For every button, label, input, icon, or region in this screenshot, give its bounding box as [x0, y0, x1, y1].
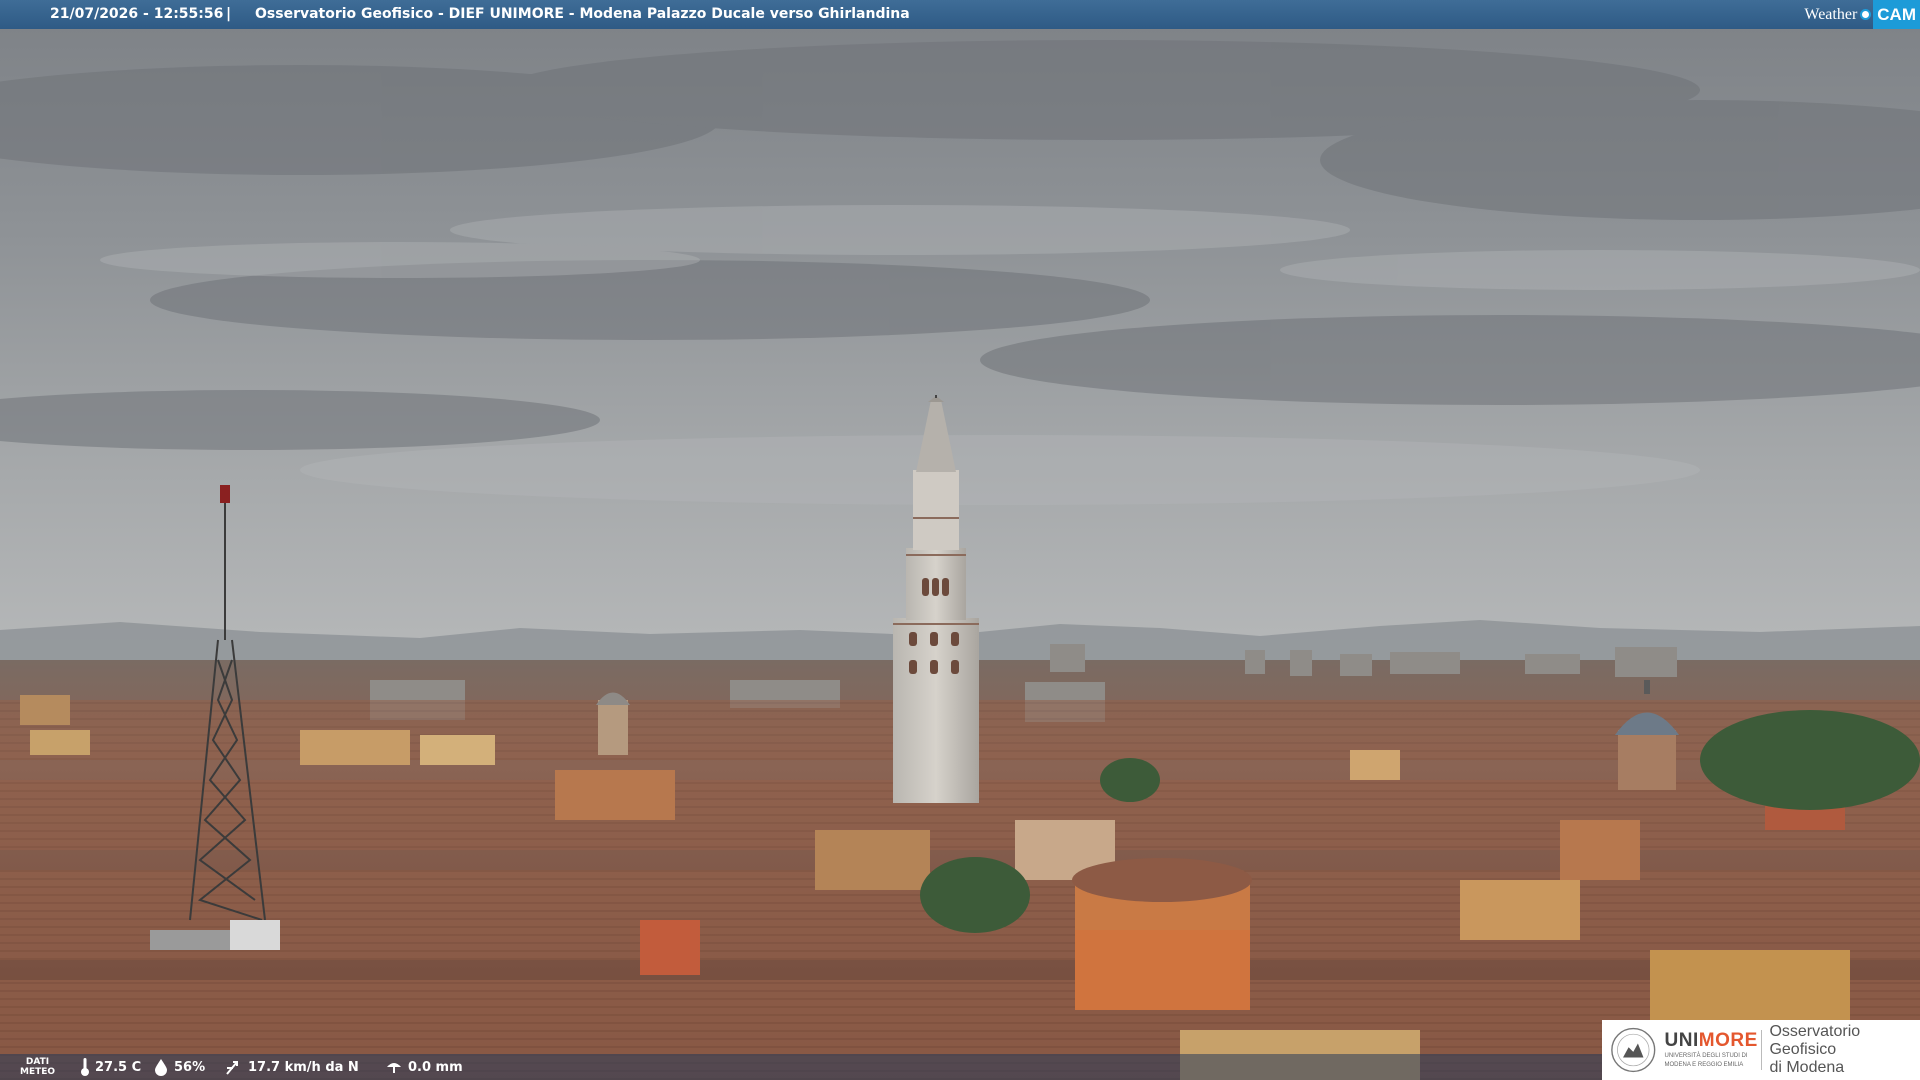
webcam-info-bar: 21/07/2026 - 12:55:56 | Osservatorio Geo… — [0, 0, 1920, 29]
rain-gauge-icon — [387, 1063, 401, 1073]
weathercam-logo-dot-icon — [1860, 9, 1872, 20]
thermometer-icon — [81, 1058, 89, 1076]
meteo-data-bar: DATI METEO 27.5 C 56% 17.7 km/h da N 0.0… — [0, 1054, 1604, 1080]
unimore-logo-box: UNIMORE UNIVERSITÀ DEGLI STUDI DI MODENA… — [1602, 1020, 1920, 1080]
timestamp: 21/07/2026 - 12:55:56 — [50, 6, 224, 22]
temperature-reading: 27.5 C — [80, 1054, 141, 1080]
logo-divider — [1760, 1030, 1762, 1070]
weathercam-logo: Weather CAM — [1804, 0, 1920, 29]
humidity-reading: 56% — [153, 1054, 205, 1080]
unimore-name: UNIMORE — [1664, 1030, 1758, 1051]
observatory-name: Osservatorio Geofisico di Modena — [1769, 1023, 1861, 1076]
temperature-value: 27.5 C — [95, 1059, 142, 1075]
unimore-seal-icon — [1611, 1027, 1656, 1073]
unimore-subtitle-2: MODENA E REGGIO EMILIA — [1664, 1062, 1744, 1068]
title-separator: | — [226, 6, 232, 22]
rain-reading: 0.0 mm — [385, 1054, 463, 1080]
humidity-value: 56% — [174, 1059, 206, 1075]
weathercam-logo-weather: Weather — [1804, 5, 1858, 23]
weathercam-logo-cam: CAM — [1873, 0, 1920, 29]
camera-title: Osservatorio Geofisico - DIEF UNIMORE - … — [255, 6, 910, 22]
meteo-data-label: DATI METEO — [20, 1057, 56, 1077]
humidity-drop-icon — [155, 1059, 167, 1076]
wind-value: 17.7 km/h da N — [248, 1059, 359, 1075]
webcam-photo — [0, 0, 1920, 1080]
unimore-subtitle-1: UNIVERSITÀ DEGLI STUDI DI — [1664, 1053, 1748, 1059]
wind-reading: 17.7 km/h da N — [225, 1054, 359, 1080]
rain-value: 0.0 mm — [408, 1059, 463, 1075]
unimore-wordmark: UNIMORE UNIVERSITÀ DEGLI STUDI DI MODENA… — [1664, 1030, 1758, 1069]
wind-icon — [226, 1061, 238, 1075]
